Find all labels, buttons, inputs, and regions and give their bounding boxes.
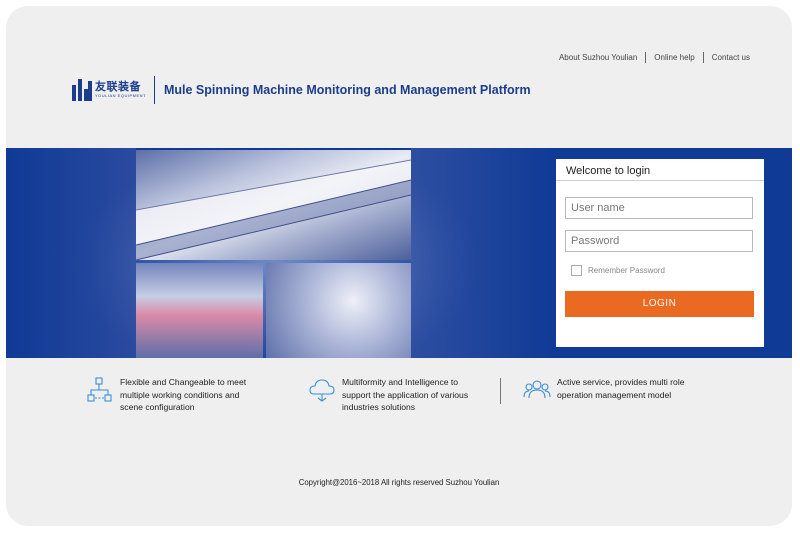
- feature-flexible: Flexible and Changeable to meet multiple…: [86, 376, 270, 414]
- feature-text-line: support the application of various: [342, 389, 469, 400]
- banner-faded-left: [6, 148, 136, 358]
- feature-text-line: operation management model: [557, 389, 672, 400]
- feature-multiformity: Multiformity and Intelligence to support…: [308, 376, 492, 414]
- logo-english-text: YOULIAN EQUIPMENT: [95, 93, 146, 98]
- users-icon: [523, 380, 551, 399]
- link-about[interactable]: About Suzhou Youlian: [551, 53, 645, 62]
- factory-photo-right: [266, 263, 411, 358]
- feature-text-line: Flexible and Changeable to meet: [120, 377, 247, 387]
- platform-title: Mule Spinning Machine Monitoring and Man…: [163, 83, 531, 97]
- feature-active-service: Active service, provides multi role oper…: [523, 376, 707, 404]
- logo-mark-icon: [72, 79, 92, 101]
- features-row: Flexible and Changeable to meet multiple…: [6, 376, 792, 426]
- link-online-help[interactable]: Online help: [646, 53, 702, 62]
- cloud-icon: [309, 379, 335, 402]
- feature-text-line: Multiformity and Intelligence to: [342, 377, 459, 387]
- feature-text-line: scene configuration: [120, 402, 195, 412]
- network-nodes-icon: [87, 377, 112, 402]
- logo-chinese-text: 友联装备: [95, 81, 141, 93]
- username-input[interactable]: [565, 197, 753, 219]
- banner-faded-right: [411, 148, 556, 358]
- feature-text-line: industries solutions: [342, 402, 416, 412]
- machine-photo-main: [136, 150, 411, 260]
- brand-divider: [153, 76, 155, 104]
- brand-header: 友联装备 YOULIAN EQUIPMENT Mule Spinning Mac…: [72, 76, 531, 104]
- feature-text-line: multiple working conditions and: [120, 389, 240, 400]
- top-links: About Suzhou Youlian Online help Contact…: [551, 52, 758, 63]
- company-logo: 友联装备 YOULIAN EQUIPMENT: [72, 79, 146, 101]
- page-frame: About Suzhou Youlian Online help Contact…: [6, 6, 792, 526]
- feature-text-line: Active service, provides multi role: [557, 377, 685, 387]
- login-panel: Welcome to login Remember Password LOGIN: [556, 159, 764, 347]
- login-title: Welcome to login: [556, 159, 764, 181]
- login-button[interactable]: LOGIN: [565, 291, 754, 317]
- copyright-text: Copyright@2016~2018 All rights reserved …: [298, 478, 500, 487]
- link-contact[interactable]: Contact us: [704, 53, 758, 62]
- remember-checkbox[interactable]: [571, 265, 582, 276]
- login-banner: Welcome to login Remember Password LOGIN: [6, 148, 792, 358]
- password-input[interactable]: [565, 230, 753, 252]
- feature-divider: [500, 378, 501, 404]
- factory-photo-left: [136, 263, 263, 358]
- remember-password[interactable]: Remember Password: [571, 265, 665, 276]
- machine-rows-image: [136, 159, 411, 260]
- remember-label: Remember Password: [588, 266, 665, 275]
